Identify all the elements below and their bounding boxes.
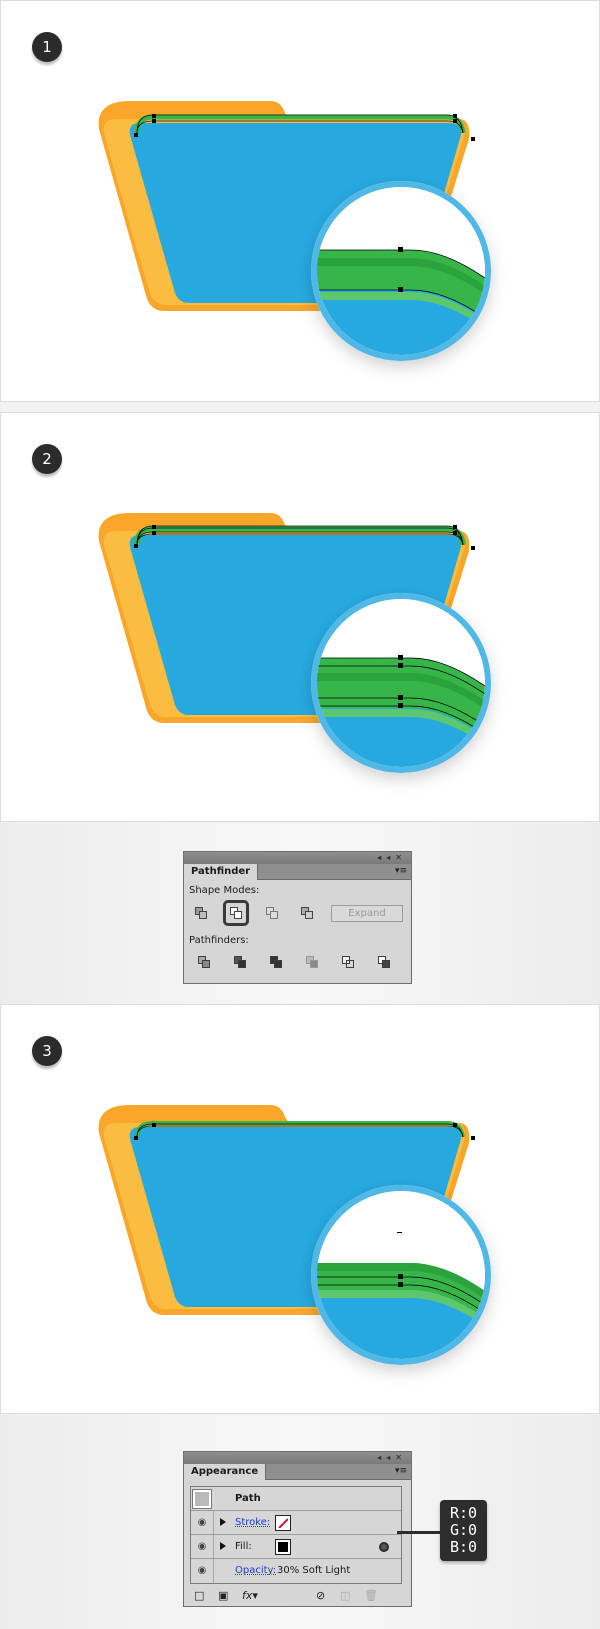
folder-illustration [98,513,491,773]
tab-appearance[interactable]: Appearance [184,1464,267,1480]
panel-titlebar[interactable]: ◂◂✕ [184,852,411,864]
fx-icon[interactable]: fx▾ [242,1589,258,1602]
step-1-panel: 1 [0,0,600,402]
pathfinder-panel: ◂◂✕ Pathfinder ▾≡ Shape Modes: Expand Pa… [183,851,412,984]
opacity-value: 30% Soft Light [277,1565,351,1576]
delete-item-icon[interactable]: 🗑 [364,1589,378,1602]
blue-value: B:0 [450,1538,478,1556]
rgb-callout: R:0 G:0 B:0 [440,1500,488,1561]
trim-icon[interactable] [234,956,247,969]
minus-front-icon[interactable] [229,906,243,920]
intersect-icon[interactable] [265,906,279,920]
add-stroke-icon[interactable]: □ [194,1589,204,1602]
expand-triangle-icon[interactable] [220,1518,226,1526]
opacity-row[interactable]: ◉ Opacity: 30% Soft Light [191,1559,401,1583]
collapse-icon[interactable]: ◂◂ [377,853,395,862]
duplicate-item-icon[interactable]: ◫ [340,1589,350,1602]
appearance-panel: ◂◂✕ Appearance ▾≡ Path ◉ Stroke: ◉ Fill:… [183,1451,412,1607]
object-label: Path [235,1493,261,1504]
fill-label: Fill: [235,1541,252,1552]
opacity-link[interactable]: Opacity: [235,1559,276,1583]
close-icon[interactable]: ✕ [395,853,407,862]
crop-icon[interactable] [306,956,319,969]
collapse-icon[interactable]: ◂◂ [377,1453,395,1462]
stroke-link[interactable]: Stroke: [235,1511,270,1535]
pathfinders-label: Pathfinders: [189,935,249,946]
path-row[interactable]: Path [191,1487,401,1511]
tab-pathfinder[interactable]: Pathfinder [184,864,259,880]
appearance-list: Path ◉ Stroke: ◉ Fill: ◉ Opacity: 30% So… [190,1486,402,1584]
close-icon[interactable]: ✕ [395,1453,407,1462]
callout-connector-line [397,1531,443,1534]
step-2-panel: 2 [0,412,600,822]
visibility-eye-icon[interactable]: ◉ [191,1535,214,1558]
clear-appearance-icon[interactable]: ⊘ [316,1589,325,1602]
panel-menu-icon[interactable]: ▾≡ [395,866,407,876]
magnifier-circle [311,1185,491,1365]
callout-connector-dot [379,1542,389,1552]
visibility-eye-icon[interactable]: ◉ [191,1559,214,1583]
red-value: R:0 [450,1504,478,1522]
minus-back-icon[interactable] [378,956,391,969]
folder-illustration [98,101,491,361]
merge-icon[interactable] [270,956,283,969]
stroke-row[interactable]: ◉ Stroke: [191,1511,401,1535]
fill-swatch[interactable] [275,1539,291,1555]
exclude-icon[interactable] [300,906,314,920]
panel-footer: □ ▣ fx▾ ⊘ ◫ 🗑 [184,1588,411,1606]
shape-modes-label: Shape Modes: [189,885,260,896]
object-thumbnail [192,1489,212,1509]
stroke-swatch-none[interactable] [275,1515,291,1531]
step-3-panel: 3 [0,1004,600,1414]
visibility-eye-icon[interactable]: ◉ [191,1511,214,1534]
green-value: G:0 [450,1521,478,1539]
unite-icon[interactable] [194,906,208,920]
panel-titlebar[interactable]: ◂◂✕ [184,1452,411,1464]
expand-button[interactable]: Expand [331,905,403,922]
panel-menu-icon[interactable]: ▾≡ [395,1466,407,1476]
divide-icon[interactable] [198,956,211,969]
folder-illustration [98,1105,491,1365]
expand-triangle-icon[interactable] [220,1542,226,1550]
add-fill-icon[interactable]: ▣ [218,1589,228,1602]
fill-row[interactable]: ◉ Fill: [191,1535,401,1559]
outline-icon[interactable] [342,956,355,969]
